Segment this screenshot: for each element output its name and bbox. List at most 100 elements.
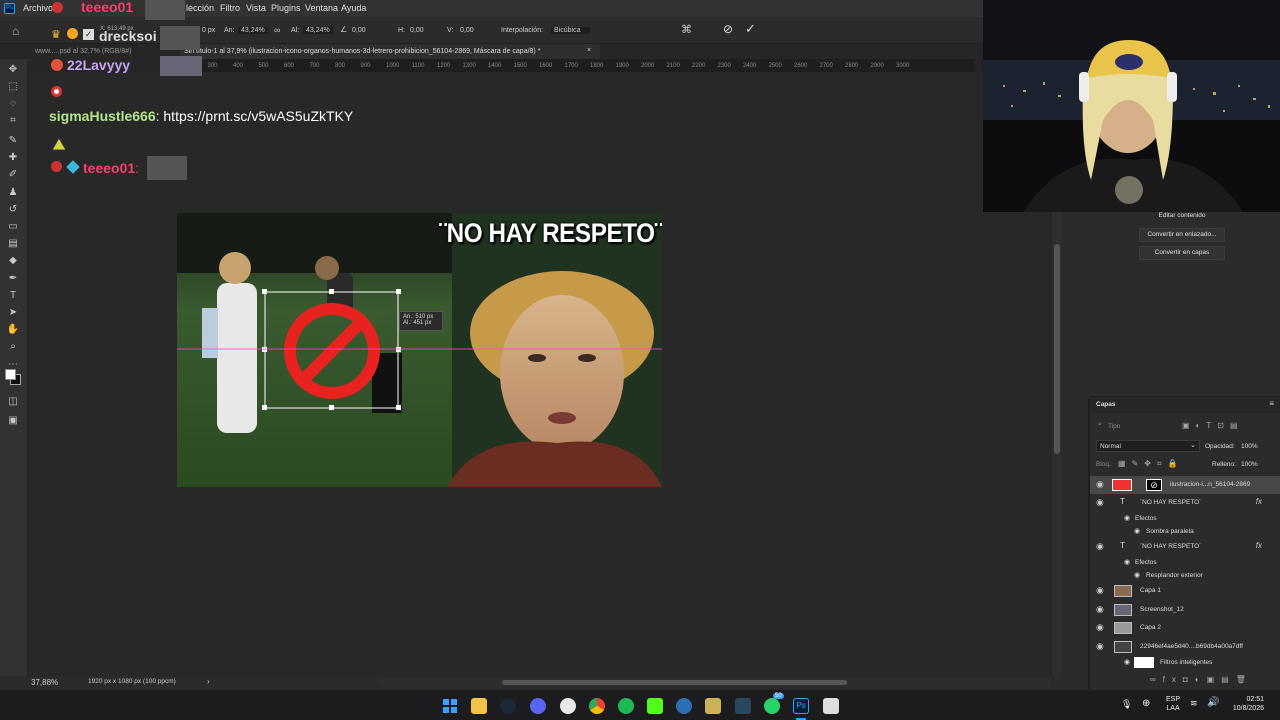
move-tool-icon[interactable]: ✥ xyxy=(6,64,20,76)
layer-name[interactable]: ¨NO HAY RESPETO¨ xyxy=(1140,499,1201,506)
visibility-eye-icon[interactable]: ◉ xyxy=(1096,479,1104,490)
h-field[interactable]: 0,00 xyxy=(410,27,424,34)
kick-icon[interactable] xyxy=(647,698,663,714)
screen-mode-icon[interactable]: ▣ xyxy=(6,415,20,427)
menu-plugins[interactable]: Plugins xyxy=(271,3,301,13)
opacity-field[interactable]: 100% xyxy=(1241,443,1258,450)
layer-row[interactable]: ◉ ⊘ ilustracion-i...n_56104-2869 xyxy=(1090,476,1280,494)
fx-icon[interactable]: fx xyxy=(1256,497,1262,506)
visibility-eye-icon[interactable]: ◉ xyxy=(1096,604,1104,615)
fx-icon[interactable]: fx xyxy=(1256,541,1262,550)
menu-ayuda[interactable]: Ayuda xyxy=(341,3,366,13)
layer-search-input[interactable]: Tipo xyxy=(1108,423,1120,430)
notes-icon[interactable] xyxy=(705,698,721,714)
zoom-level[interactable]: 37,88% xyxy=(31,678,58,687)
lock-icons[interactable]: ▦✎✥⌗🔒 xyxy=(1118,459,1183,469)
visibility-eye-icon[interactable]: ◉ xyxy=(1124,514,1130,522)
layer-row[interactable]: ◉ Screenshot_12 xyxy=(1090,601,1280,619)
layer-mask-thumbnail[interactable]: ⊘ xyxy=(1146,479,1162,491)
layer-name[interactable]: 22946ef4ae5d40....b69db4a00a7dff xyxy=(1140,643,1243,650)
v-field[interactable]: 0,00 xyxy=(460,27,474,34)
tab-close-icon[interactable]: × xyxy=(587,47,591,54)
convert-layers-button[interactable]: Convertir en capas xyxy=(1139,246,1225,260)
layer-name[interactable]: Capa 1 xyxy=(1140,587,1161,594)
type-tool-icon[interactable]: T xyxy=(6,290,20,302)
github-icon[interactable] xyxy=(560,698,576,714)
visibility-eye-icon[interactable]: ◉ xyxy=(1096,641,1104,652)
photoshop-icon[interactable]: Ps xyxy=(4,3,15,14)
path-select-icon[interactable]: ➤ xyxy=(6,307,20,319)
interpolation-select[interactable]: Bicúbica xyxy=(551,27,591,34)
photoshop-icon[interactable]: Ps xyxy=(793,698,809,714)
link-icon[interactable]: ∞ xyxy=(274,25,280,35)
gradient-tool-icon[interactable]: ▤ xyxy=(6,238,20,250)
visibility-eye-icon[interactable]: ◉ xyxy=(1096,541,1104,552)
tab-other-document[interactable]: www.....psd al 32,7% (RGB/8#) xyxy=(35,48,131,55)
steam-icon[interactable] xyxy=(500,698,516,714)
healing-tool-icon[interactable]: ✚ xyxy=(6,152,20,164)
discord-icon[interactable] xyxy=(530,698,546,714)
layer-name[interactable]: ¨NO HAY RESPETO¨ xyxy=(1140,543,1201,550)
foreground-color-swatch[interactable] xyxy=(5,369,16,380)
scroll-thumb[interactable] xyxy=(502,680,847,685)
warp-icon[interactable]: ⌘ xyxy=(681,23,692,36)
hand-tool-icon[interactable]: ✋ xyxy=(6,324,20,336)
visibility-eye-icon[interactable]: ◉ xyxy=(1134,527,1140,535)
ccleaner-icon[interactable] xyxy=(676,698,692,714)
cancel-icon[interactable]: ⊘ xyxy=(723,22,733,36)
zoom-tool-icon[interactable]: ⌕ xyxy=(6,341,20,353)
layer-row[interactable]: ◉ Capa 1 xyxy=(1090,582,1280,600)
menu-seleccion[interactable]: lección xyxy=(186,3,214,13)
pen-tool-icon[interactable]: ✒ xyxy=(6,273,20,285)
visibility-eye-icon[interactable]: ◉ xyxy=(1096,497,1104,508)
layer-row[interactable]: ◉ Capa 2 xyxy=(1090,619,1280,637)
horizontal-scrollbar[interactable] xyxy=(380,679,1050,686)
visibility-eye-icon[interactable]: ◉ xyxy=(1096,622,1104,633)
panel-menu-icon[interactable]: ≡ xyxy=(1269,399,1274,408)
history-brush-icon[interactable]: ↺ xyxy=(6,204,20,216)
steam2-icon[interactable] xyxy=(735,698,751,714)
scroll-thumb[interactable] xyxy=(1054,244,1060,454)
visibility-eye-icon[interactable]: ◉ xyxy=(1124,558,1130,566)
stamp-tool-icon[interactable]: ♟ xyxy=(6,187,20,199)
edit-contents-button[interactable]: Editar contenido xyxy=(1139,210,1225,224)
windows-start-icon[interactable] xyxy=(442,698,458,714)
volume-icon[interactable]: 🔊 xyxy=(1207,697,1219,708)
mic-icon[interactable]: 🎙 xyxy=(1121,699,1132,710)
lasso-tool-icon[interactable]: ◌ xyxy=(6,98,20,110)
crop-tool-icon[interactable]: ⌗ xyxy=(6,115,20,127)
tab-active-document[interactable]: Sin título-1 al 37,9% (ilustracion-icono… xyxy=(180,44,600,59)
fill-field[interactable]: 100% xyxy=(1241,461,1258,468)
filter-icons[interactable]: ▣◐T⊡▤ xyxy=(1182,421,1244,430)
clapper-icon[interactable] xyxy=(823,698,839,714)
layer-name[interactable]: Capa 2 xyxy=(1140,624,1161,631)
visibility-eye-icon[interactable]: ◉ xyxy=(1134,571,1140,579)
menu-filtro[interactable]: Filtro xyxy=(220,3,240,13)
spotify-icon[interactable] xyxy=(618,698,634,714)
file-explorer-icon[interactable] xyxy=(471,698,487,714)
brush-tool-icon[interactable]: ✐ xyxy=(6,169,20,181)
al-field[interactable]: 43,24% xyxy=(303,27,333,34)
language-indicator[interactable]: ESP LAA xyxy=(1166,695,1180,713)
quick-mask-icon[interactable]: ◫ xyxy=(6,396,20,408)
blur-tool-icon[interactable]: ◆ xyxy=(6,255,20,267)
clock[interactable]: 02:51 10/8/2026 xyxy=(1228,695,1264,713)
headline-text[interactable]: ¨NO HAY RESPETO¨ xyxy=(439,218,662,249)
home-icon[interactable]: ⌂ xyxy=(12,24,19,38)
visibility-eye-icon[interactable]: ◉ xyxy=(1124,658,1130,666)
commit-icon[interactable]: ✓ xyxy=(745,21,756,37)
layers-tab[interactable]: Capas xyxy=(1096,401,1116,408)
menu-archivo[interactable]: Archivo xyxy=(23,3,53,13)
layer-name[interactable]: ilustracion-i...n_56104-2869 xyxy=(1170,481,1250,488)
network-icon[interactable]: ⊕ xyxy=(1142,698,1150,709)
wifi-icon[interactable]: ≋ xyxy=(1190,698,1198,709)
menu-ventana[interactable]: Ventana xyxy=(305,3,338,13)
whatsapp-icon[interactable]: 50 xyxy=(764,693,784,714)
eraser-tool-icon[interactable]: ▭ xyxy=(6,221,20,233)
document-canvas[interactable]: ¨NO HAY RESPETO¨ An.: 510 px Al.: 451 px xyxy=(177,213,662,487)
angle-field[interactable]: 0,00 xyxy=(352,27,366,34)
blend-mode-select[interactable]: Normal ⌄ xyxy=(1096,440,1200,452)
smart-filter-row[interactable]: ◉ Filtros inteligentes xyxy=(1090,654,1280,672)
chrome-icon[interactable] xyxy=(589,698,605,714)
menu-vista[interactable]: Vista xyxy=(246,3,266,13)
